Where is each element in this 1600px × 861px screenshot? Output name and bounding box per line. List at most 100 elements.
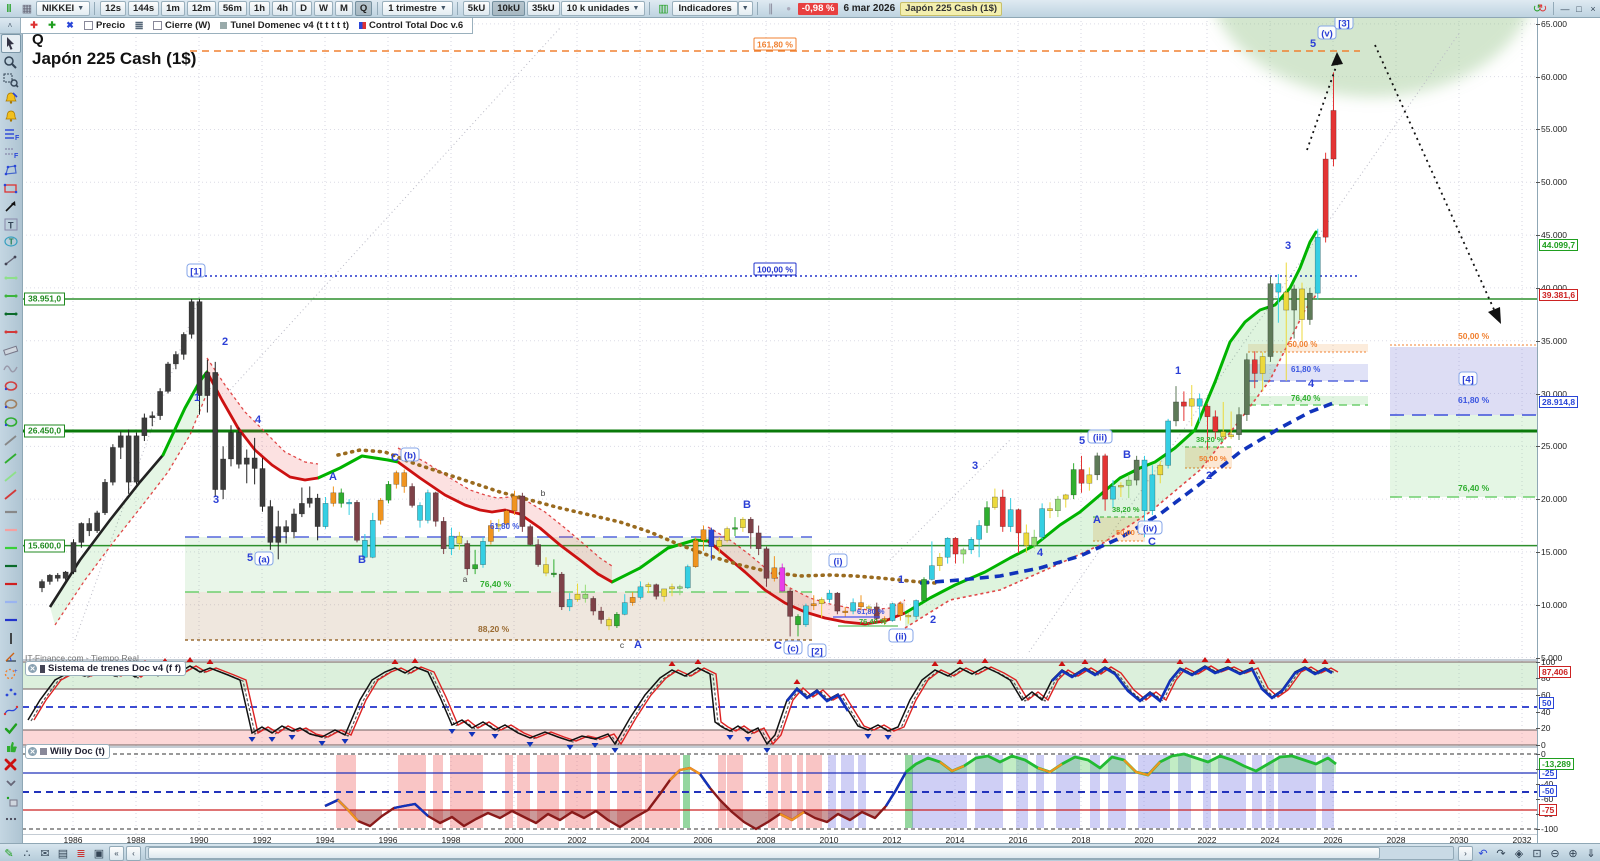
- tunel-indicator-item[interactable]: Tunel Domenec v4 (t t t t t): [220, 20, 349, 31]
- timeframe-12m[interactable]: 12m: [186, 1, 216, 16]
- layout-grid-icon[interactable]: ▦: [18, 1, 36, 16]
- bottom-action-icon-3[interactable]: ⊡: [1528, 846, 1546, 861]
- hdot-tool[interactable]: [2, 324, 20, 341]
- fib2-tool[interactable]: F: [2, 144, 20, 161]
- pts-tool[interactable]: [2, 684, 20, 701]
- hline-tool[interactable]: [2, 576, 20, 593]
- close-button[interactable]: ×: [1586, 2, 1600, 15]
- bottom-action-icon-0[interactable]: ↶: [1474, 846, 1492, 861]
- zoom-tool[interactable]: [2, 54, 20, 71]
- scrollbar-thumb[interactable]: [148, 847, 1380, 859]
- price-checkbox[interactable]: Precio: [84, 20, 125, 31]
- panel1-header[interactable]: ✕ Sistema de trenes Doc v4 (f f): [25, 661, 187, 676]
- chev-tool[interactable]: [2, 774, 20, 791]
- control-indicator-item[interactable]: Control Total Doc v.6: [359, 20, 463, 31]
- bottom-action-icon-1[interactable]: ↷: [1492, 846, 1510, 861]
- ell-tool[interactable]: [2, 414, 20, 431]
- refresh-icon[interactable]: ↺ ↻: [1531, 1, 1549, 16]
- diag-tool[interactable]: [2, 468, 20, 485]
- collapse-toolbar-tab[interactable]: ˄: [0, 17, 21, 34]
- timeframe-Q[interactable]: Q: [354, 1, 373, 16]
- dots-tool[interactable]: [2, 810, 20, 827]
- bottom-action-icon-5[interactable]: ⊕: [1564, 846, 1582, 861]
- vline-tool[interactable]: [2, 630, 20, 647]
- timeframe-4h[interactable]: 4h: [272, 1, 294, 16]
- cross-tool[interactable]: [2, 756, 20, 773]
- horizontal-scrollbar[interactable]: [145, 846, 1454, 860]
- price-axis[interactable]: 65.000 60.000 55.000 50.000 45.000 40.000 35.0…: [1535, 17, 1600, 843]
- timeframe-1m[interactable]: 1m: [161, 1, 185, 16]
- bellpen-tool[interactable]: [2, 90, 20, 107]
- seg-tool[interactable]: [2, 252, 20, 269]
- hdot-tool[interactable]: [2, 270, 20, 287]
- units-dropdown[interactable]: 10 k unidades ▼: [560, 1, 646, 16]
- thumb-tool[interactable]: [2, 738, 20, 755]
- timeframe-D[interactable]: D: [295, 1, 312, 16]
- pause-icon[interactable]: ∥: [762, 1, 780, 16]
- diag-tool[interactable]: [2, 450, 20, 467]
- ell-tool[interactable]: [2, 396, 20, 413]
- timeframe-56m[interactable]: 56m: [217, 1, 247, 16]
- unit-35kU[interactable]: 35kU: [526, 1, 560, 16]
- unit-5kU[interactable]: 5kU: [462, 1, 491, 16]
- bars-icon[interactable]: ≣: [72, 846, 90, 861]
- draw-icon[interactable]: ✎: [0, 846, 18, 861]
- diag-tool[interactable]: [2, 432, 20, 449]
- timeframe-M[interactable]: M: [334, 1, 353, 16]
- callout-tool[interactable]: T: [2, 234, 20, 251]
- curve-tool[interactable]: [2, 702, 20, 719]
- candle-chart-icon[interactable]: ▥: [654, 1, 672, 16]
- instrument-dropdown[interactable]: NIKKEI ▼: [36, 1, 91, 16]
- rect-tool[interactable]: [2, 180, 20, 197]
- zoomsel-tool[interactable]: [2, 72, 20, 89]
- hline-tool[interactable]: [2, 522, 20, 539]
- hline-tool[interactable]: [2, 558, 20, 575]
- hline-tool[interactable]: [2, 594, 20, 611]
- bottom-action-icon-6[interactable]: ⇓: [1582, 846, 1600, 861]
- minimize-button[interactable]: —: [1558, 2, 1572, 15]
- indicators-caret[interactable]: ▼: [737, 1, 753, 16]
- window-icon[interactable]: ▣: [90, 846, 108, 861]
- timeframe-1h[interactable]: 1h: [248, 1, 270, 16]
- news-icon[interactable]: ▤: [54, 846, 72, 861]
- bottom-action-icon-4[interactable]: ⊖: [1546, 846, 1564, 861]
- close-icon[interactable]: ✕: [28, 664, 37, 673]
- angle-tool[interactable]: [2, 648, 20, 665]
- wave-tool[interactable]: [2, 360, 20, 377]
- indicators-dropdown[interactable]: Indicadores: [672, 1, 738, 16]
- remove-blue-icon[interactable]: ✖: [61, 18, 79, 33]
- timeframe-12s[interactable]: 12s: [100, 1, 126, 16]
- timeframe-W[interactable]: W: [313, 1, 333, 16]
- share-icon[interactable]: ∴: [18, 846, 36, 861]
- bell-tool[interactable]: [2, 108, 20, 125]
- bottom-action-icon-2[interactable]: ◈: [1510, 846, 1528, 861]
- chart-style-icon[interactable]: ‖: [0, 1, 18, 16]
- hline-tool[interactable]: [2, 504, 20, 521]
- chat-icon[interactable]: ✉: [36, 846, 54, 861]
- grip-tool[interactable]: [2, 792, 20, 809]
- hdot-tool[interactable]: [2, 306, 20, 323]
- ell-tool[interactable]: [2, 378, 20, 395]
- check-tool[interactable]: [2, 720, 20, 737]
- fib-tool[interactable]: F: [2, 126, 20, 143]
- hline-tool[interactable]: [2, 540, 20, 557]
- period-dropdown[interactable]: 1 trimestre ▼: [382, 1, 453, 16]
- arrow-tool[interactable]: [2, 198, 20, 215]
- add-red-icon[interactable]: ✚: [25, 18, 43, 33]
- timeframe-144s[interactable]: 144s: [128, 1, 160, 16]
- diag-tool[interactable]: [2, 486, 20, 503]
- text-tool[interactable]: T: [2, 216, 20, 233]
- hdot-tool[interactable]: [2, 288, 20, 305]
- scroll-button[interactable]: «: [109, 845, 124, 861]
- cursor-tool[interactable]: [1, 34, 21, 53]
- unit-10kU[interactable]: 10kU: [492, 1, 525, 16]
- poly-tool[interactable]: [2, 162, 20, 179]
- add-green-icon[interactable]: ✚: [43, 18, 61, 33]
- cierre-checkbox[interactable]: Cierre (W): [153, 20, 210, 31]
- scroll-button[interactable]: ‹: [126, 845, 141, 861]
- scroll-right-button[interactable]: ›: [1458, 845, 1473, 861]
- ruler-tool[interactable]: [2, 342, 20, 359]
- chart-canvas[interactable]: 161,80 % 100,00 % 61,80 % 76,40 % 88,20 % 61,…: [22, 17, 1537, 843]
- circo-tool[interactable]: +: [2, 666, 20, 683]
- panel2-header[interactable]: ✕ Willy Doc (t): [25, 744, 110, 759]
